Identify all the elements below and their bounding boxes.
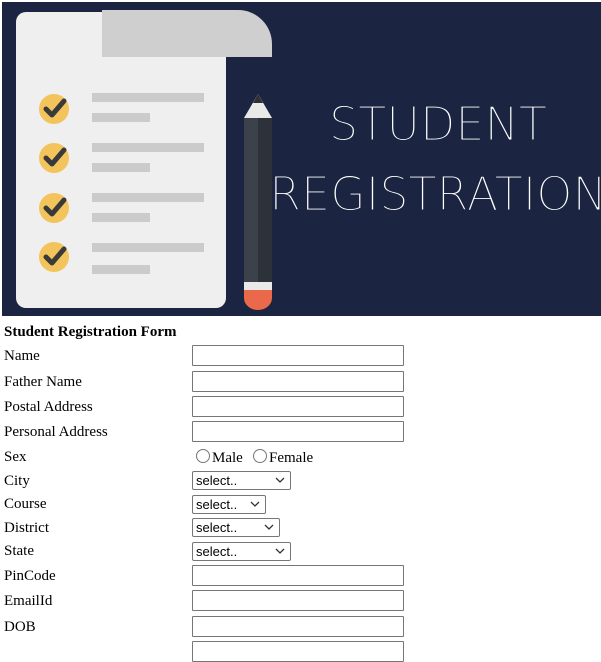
paper-roll-icon (102, 10, 272, 57)
sex-male-option[interactable]: Male (196, 449, 243, 467)
emailid-label: EmailId (4, 593, 53, 609)
female-radio-label: Female (269, 450, 314, 466)
state-select-value: select.. (196, 544, 238, 559)
postal-address-label: Postal Address (4, 399, 93, 415)
state-select[interactable]: select.. (192, 542, 291, 561)
father-name-label: Father Name (4, 374, 82, 390)
district-select-value: select.. (196, 520, 238, 535)
city-label: City (4, 473, 30, 489)
chevron-down-icon (275, 548, 285, 554)
checkmark-icon (39, 94, 69, 124)
city-select-value: select.. (196, 473, 238, 488)
postal-address-input[interactable] (192, 396, 404, 417)
banner-title-line1: STUDENT (329, 97, 547, 151)
male-radio-label: Male (212, 450, 243, 466)
course-select-value: select.. (196, 497, 238, 512)
name-label: Name (4, 348, 40, 364)
city-select[interactable]: select.. (192, 471, 291, 490)
chevron-down-icon (275, 477, 285, 483)
female-radio[interactable] (253, 449, 267, 463)
form-title: Student Registration Form (4, 324, 177, 340)
name-input[interactable] (192, 345, 404, 366)
state-label: State (4, 543, 34, 559)
dob-input[interactable] (192, 616, 404, 637)
checkmark-icon (39, 242, 69, 272)
banner-title-line2: REGISTRATION (269, 167, 601, 221)
next-field-input[interactable] (192, 641, 404, 662)
course-select[interactable]: select.. (192, 495, 266, 514)
checkmark-icon (39, 143, 69, 173)
course-label: Course (4, 496, 47, 512)
personal-address-input[interactable] (192, 421, 404, 442)
father-name-input[interactable] (192, 371, 404, 392)
male-radio[interactable] (196, 449, 210, 463)
pincode-label: PinCode (4, 568, 56, 584)
sex-label: Sex (4, 449, 27, 465)
emailid-input[interactable] (192, 590, 404, 611)
checkmark-icon (39, 193, 69, 223)
personal-address-label: Personal Address (4, 424, 108, 440)
sex-female-option[interactable]: Female (253, 449, 313, 467)
pincode-input[interactable] (192, 565, 404, 586)
banner-image: STUDENT REGISTRATION (2, 2, 601, 316)
district-label: District (4, 520, 49, 536)
chevron-down-icon (250, 501, 260, 507)
chevron-down-icon (264, 524, 274, 530)
dob-label: DOB (4, 619, 36, 635)
district-select[interactable]: select.. (192, 518, 280, 537)
pencil-icon (244, 94, 272, 310)
